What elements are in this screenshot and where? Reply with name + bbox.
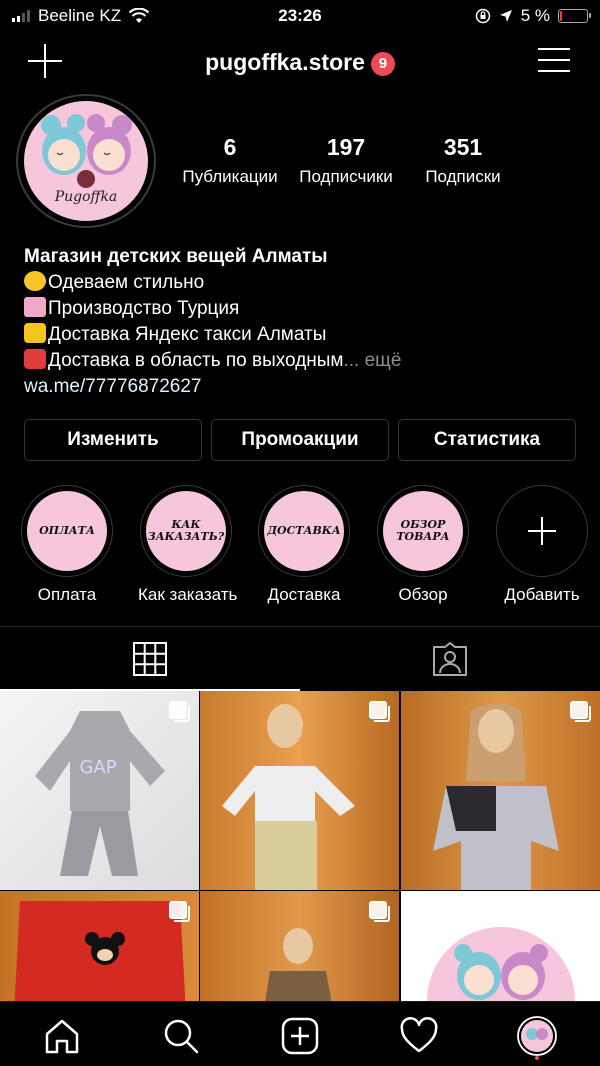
post-thumbnail[interactable]: GAP bbox=[0, 691, 199, 890]
nav-activity[interactable] bbox=[399, 1016, 439, 1056]
bio-line: Одеваем стильно bbox=[24, 270, 584, 296]
plus-icon bbox=[528, 517, 556, 545]
stat-following[interactable]: 351 Подписки bbox=[408, 134, 518, 187]
bio-line: Производство Турция bbox=[24, 296, 584, 322]
highlight-cover: ОПЛАТА bbox=[27, 491, 107, 571]
tab-grid[interactable] bbox=[0, 627, 300, 691]
brand-logo-post-image bbox=[427, 927, 575, 1001]
bio-line: Доставка в область по выходным... ещё bbox=[24, 348, 584, 374]
stat-following-value: 351 bbox=[443, 134, 483, 160]
highlight-cover: ДОСТАВКА bbox=[264, 491, 344, 571]
new-post-icon bbox=[281, 1017, 319, 1055]
multiple-photos-icon bbox=[169, 701, 190, 722]
nav-profile[interactable] bbox=[517, 1016, 557, 1060]
orientation-lock-icon bbox=[475, 8, 490, 24]
add-highlight-button[interactable]: Добавить bbox=[494, 485, 590, 605]
bio-line: Доставка Яндекс такси Алматы bbox=[24, 322, 584, 348]
battery-fill bbox=[560, 11, 562, 21]
bio-name: Магазин детских вещей Алматы bbox=[24, 246, 328, 267]
notification-badge: 9 bbox=[370, 52, 395, 76]
highlight-label: Оплата bbox=[37, 585, 97, 604]
profile-bio: Магазин детских вещей Алматы Одеваем сти… bbox=[24, 244, 584, 400]
status-right: 5 % bbox=[475, 6, 591, 26]
profile-tabs bbox=[0, 626, 600, 691]
stat-posts-value: 6 bbox=[223, 134, 237, 160]
post-thumbnail[interactable] bbox=[0, 891, 199, 1001]
tab-tagged[interactable] bbox=[300, 627, 600, 691]
multiple-photos-icon bbox=[570, 701, 591, 722]
highlight-item[interactable]: ОПЛАТА Оплата bbox=[19, 485, 115, 605]
svg-text:GAP: GAP bbox=[79, 757, 116, 778]
stat-posts-label: Публикации bbox=[182, 167, 278, 186]
heart-icon bbox=[400, 1017, 438, 1053]
highlight-ring bbox=[496, 485, 588, 577]
stat-followers[interactable]: 197 Подписчики bbox=[290, 134, 402, 187]
profile-avatar-icon bbox=[517, 1016, 557, 1060]
stat-followers-value: 197 bbox=[326, 134, 366, 160]
status-bar: Beeline KZ 23:26 5 % bbox=[0, 0, 600, 32]
search-icon bbox=[164, 1019, 199, 1054]
posts-grid: GAP bbox=[0, 691, 600, 1001]
profile-avatar[interactable]: Pugoffka bbox=[24, 101, 148, 221]
highlight-ring: ОБЗОР ТОВАРА bbox=[377, 485, 469, 577]
profile-header: pugoffka.store 9 bbox=[0, 38, 600, 86]
highlight-item[interactable]: ОБЗОР ТОВАРА Обзор bbox=[375, 485, 471, 605]
bottom-navigation bbox=[0, 1001, 600, 1066]
multiple-photos-icon bbox=[169, 901, 190, 922]
highlight-label: Добавить bbox=[504, 585, 580, 604]
nav-search[interactable] bbox=[161, 1016, 201, 1056]
highlight-item[interactable]: КАК ЗАКАЗАТЬ? Как заказать bbox=[138, 485, 238, 605]
multiple-photos-icon bbox=[369, 701, 390, 722]
post-thumbnail[interactable] bbox=[401, 891, 600, 1001]
battery-icon bbox=[558, 9, 591, 23]
stat-followers-label: Подписчики bbox=[299, 167, 393, 186]
post-thumbnail[interactable] bbox=[200, 891, 399, 1001]
highlight-cover: КАК ЗАКАЗАТЬ? bbox=[146, 491, 226, 571]
avatar-brand-text: Pugoffka bbox=[54, 189, 118, 205]
post-thumbnail[interactable] bbox=[401, 691, 600, 890]
edit-profile-button[interactable]: Изменить bbox=[24, 419, 202, 461]
nav-home[interactable] bbox=[42, 1016, 82, 1056]
highlight-label: Обзор bbox=[398, 585, 448, 604]
post-thumbnail[interactable] bbox=[200, 691, 399, 890]
shopping-bags-emoji-icon bbox=[24, 297, 46, 317]
nav-new-post[interactable] bbox=[280, 1016, 320, 1056]
highlight-label: Доставка bbox=[267, 585, 341, 604]
multiple-photos-icon bbox=[369, 901, 390, 922]
insights-button[interactable]: Статистика bbox=[398, 419, 576, 461]
highlight-cover: ОБЗОР ТОВАРА bbox=[383, 491, 463, 571]
highlight-item[interactable]: ДОСТАВКА Доставка bbox=[256, 485, 352, 605]
home-icon bbox=[45, 1019, 79, 1054]
car-emoji-icon bbox=[24, 349, 46, 369]
stat-posts[interactable]: 6 Публикации bbox=[175, 134, 285, 187]
username-text: pugoffka.store bbox=[205, 49, 365, 75]
bio-website-link[interactable]: wa.me/77776872627 bbox=[24, 374, 584, 400]
location-arrow-icon bbox=[499, 10, 512, 22]
promotions-button[interactable]: Промоакции bbox=[211, 419, 389, 461]
highlight-ring: ДОСТАВКА bbox=[258, 485, 350, 577]
battery-percent: 5 % bbox=[520, 6, 550, 25]
bio-more-link[interactable]: ... ещё bbox=[344, 350, 402, 371]
heart-eyes-emoji-icon bbox=[24, 271, 46, 291]
taxi-emoji-icon bbox=[24, 323, 46, 343]
highlight-ring: КАК ЗАКАЗАТЬ? bbox=[140, 485, 232, 577]
hamburger-menu-icon[interactable] bbox=[538, 48, 570, 74]
stat-following-label: Подписки bbox=[425, 167, 501, 186]
highlight-label: Как заказать bbox=[138, 585, 238, 604]
header-username[interactable]: pugoffka.store 9 bbox=[0, 49, 600, 76]
highlight-ring: ОПЛАТА bbox=[21, 485, 113, 577]
grid-icon bbox=[133, 642, 167, 676]
tagged-person-icon bbox=[433, 642, 467, 676]
